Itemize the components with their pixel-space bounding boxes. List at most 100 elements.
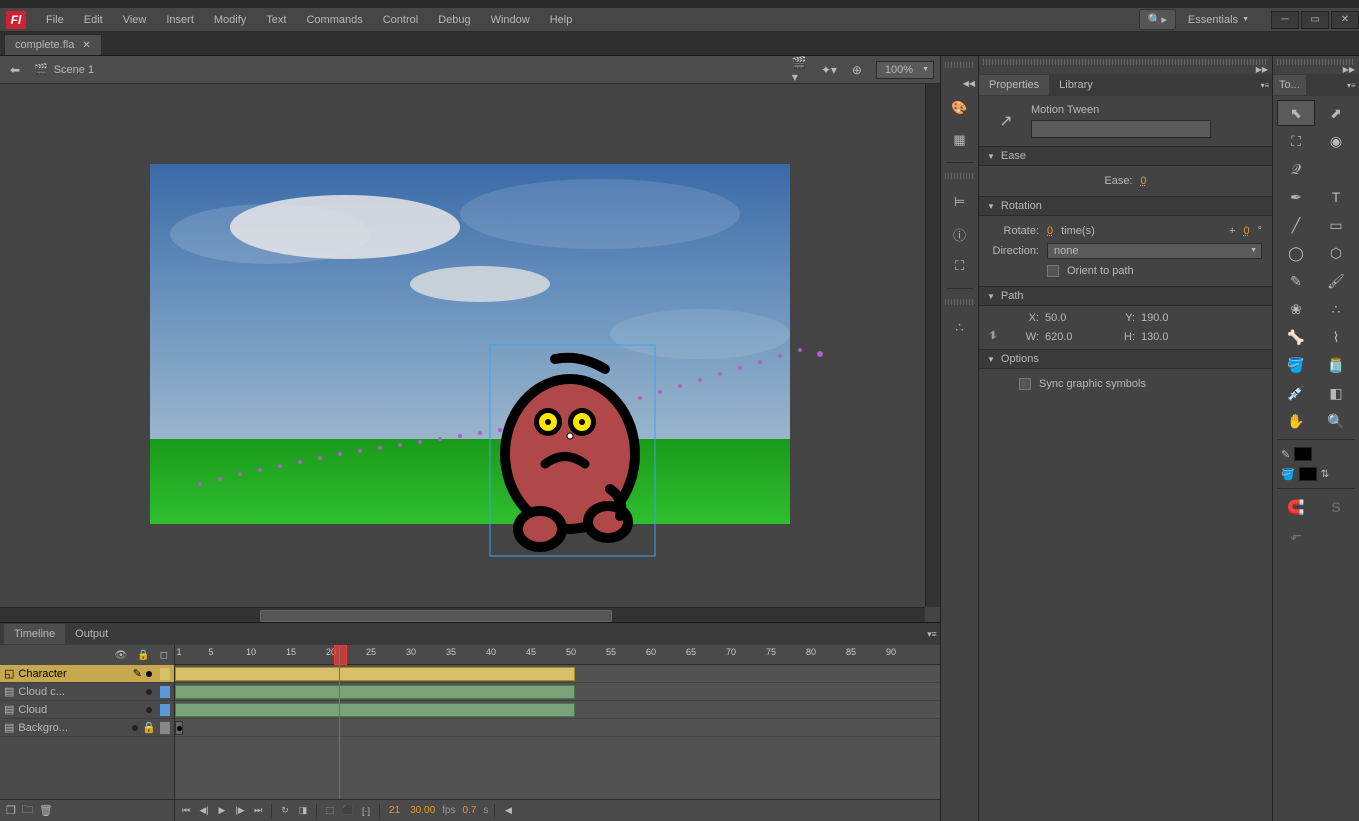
layer-row[interactable]: ▤ Cloud c... <box>0 683 174 701</box>
eyedropper-tool[interactable]: 💉 <box>1277 380 1315 406</box>
menu-commands[interactable]: Commands <box>296 10 372 30</box>
menu-window[interactable]: Window <box>481 10 540 30</box>
y-value[interactable]: 190.0 <box>1141 312 1201 324</box>
oval-tool[interactable]: ◯ <box>1277 240 1315 266</box>
panel-collapse-icon[interactable]: ▶▶ <box>1273 65 1359 74</box>
current-frame[interactable]: 21 <box>386 805 403 816</box>
line-tool[interactable]: ╱ <box>1277 212 1315 238</box>
pencil-tool[interactable]: ✎ <box>1277 268 1315 294</box>
menu-help[interactable]: Help <box>540 10 583 30</box>
search-toggle[interactable]: 🔍▸ <box>1139 9 1176 30</box>
layer-name[interactable]: Cloud <box>18 704 142 716</box>
section-options[interactable]: ▼Options <box>979 349 1272 369</box>
close-icon[interactable]: ✕ <box>82 40 90 51</box>
frame-rate[interactable]: 30.00 <box>407 805 438 816</box>
frame-row-background[interactable] <box>175 719 940 737</box>
outline-color[interactable] <box>160 668 170 680</box>
outline-column-icon[interactable]: ◻ <box>160 650 168 661</box>
onion-skin-icon[interactable]: ◨ <box>296 804 310 818</box>
edit-symbol-icon[interactable]: ✦▾ <box>820 61 838 79</box>
panel-options-icon[interactable]: ▾≡ <box>1258 81 1272 90</box>
edit-scene-icon[interactable]: 🎬▾ <box>792 61 810 79</box>
ease-value[interactable]: 0 <box>1141 175 1147 187</box>
visibility-dot[interactable] <box>146 671 152 677</box>
menu-debug[interactable]: Debug <box>428 10 480 30</box>
step-back-icon[interactable]: ◀| <box>197 804 211 818</box>
rectangle-tool[interactable]: ▭ <box>1317 212 1355 238</box>
bind-tool[interactable]: ⌇ <box>1317 324 1355 350</box>
layer-name[interactable]: Character <box>18 668 128 680</box>
frame-ruler[interactable]: 151015202530354045505560657075808590 <box>175 645 940 665</box>
rotate-degrees[interactable]: 0 <box>1243 225 1249 237</box>
text-tool[interactable]: T <box>1317 184 1355 210</box>
swap-colors-icon[interactable]: ⇅ <box>1321 469 1329 480</box>
layer-row[interactable]: ▤ Cloud <box>0 701 174 719</box>
w-value[interactable]: 620.0 <box>1045 331 1105 343</box>
frame-row-cloud[interactable] <box>175 701 940 719</box>
lock-aspect-icon[interactable]: ⥮ <box>989 330 1009 343</box>
stroke-color-swatch[interactable] <box>1294 447 1312 461</box>
stage-canvas[interactable] <box>150 164 790 524</box>
outline-color[interactable] <box>160 704 170 716</box>
motion-tween-span[interactable] <box>175 667 575 681</box>
code-snippets-icon[interactable]: ∴ <box>948 316 972 340</box>
outline-color[interactable] <box>160 722 170 734</box>
orient-checkbox[interactable] <box>1047 265 1059 277</box>
stage-area[interactable] <box>0 84 940 622</box>
frame-row-cloud-c[interactable] <box>175 683 940 701</box>
layer-name[interactable]: Backgro... <box>18 722 128 734</box>
goto-last-icon[interactable]: ⏭ <box>251 804 265 818</box>
info-panel-icon[interactable]: ⓘ <box>948 222 972 246</box>
h-value[interactable]: 130.0 <box>1141 331 1201 343</box>
fill-color-swatch[interactable] <box>1299 467 1317 481</box>
lock-cell[interactable]: 🔒 <box>142 721 156 734</box>
window-close[interactable]: ✕ <box>1331 11 1359 29</box>
workspace-switcher[interactable]: Essentials ▼ <box>1180 11 1257 29</box>
smooth-icon[interactable]: S <box>1317 494 1355 520</box>
section-ease[interactable]: ▼Ease <box>979 146 1272 166</box>
deco-tool[interactable]: ❀ <box>1277 296 1315 322</box>
visibility-dot[interactable] <box>146 689 152 695</box>
direction-select[interactable]: none <box>1047 243 1262 259</box>
swatches-panel-icon[interactable]: ▦ <box>948 128 972 152</box>
menu-text[interactable]: Text <box>256 10 296 30</box>
visibility-dot[interactable] <box>146 707 152 713</box>
tab-tools[interactable]: To... <box>1273 75 1306 95</box>
spray-tool[interactable]: ∴ <box>1317 296 1355 322</box>
frame-row-character[interactable] <box>175 665 940 683</box>
keyframe[interactable] <box>175 721 183 735</box>
new-folder-icon[interactable]: 🗀 <box>22 801 33 820</box>
scene-label[interactable]: Scene 1 <box>54 64 94 76</box>
lock-column-icon[interactable]: 🔒 <box>137 650 149 661</box>
free-transform-tool[interactable]: ⛶ <box>1277 128 1315 154</box>
3d-rotation-tool[interactable]: ◉ <box>1317 128 1355 154</box>
transform-panel-icon[interactable]: ⛶ <box>948 254 972 278</box>
section-path[interactable]: ▼Path <box>979 286 1272 306</box>
section-rotation[interactable]: ▼Rotation <box>979 196 1272 216</box>
menu-control[interactable]: Control <box>373 10 428 30</box>
vertical-scrollbar[interactable] <box>925 84 940 607</box>
tab-properties[interactable]: Properties <box>979 75 1049 95</box>
subselection-tool[interactable]: ⬈ <box>1317 100 1355 126</box>
eraser-tool[interactable]: ◧ <box>1317 380 1355 406</box>
rotate-value[interactable]: 0 <box>1047 225 1053 237</box>
new-layer-icon[interactable]: ❐ <box>6 804 16 817</box>
dock-grip[interactable] <box>945 299 975 305</box>
horizontal-scrollbar[interactable] <box>0 607 925 622</box>
zoom-select[interactable]: 100% <box>876 61 934 79</box>
lasso-tool[interactable]: 𝒬 <box>1277 156 1315 182</box>
tab-output[interactable]: Output <box>65 624 118 644</box>
menu-file[interactable]: File <box>36 10 74 30</box>
scroll-left-icon[interactable]: ◀ <box>501 804 515 818</box>
tab-timeline[interactable]: Timeline <box>4 624 65 644</box>
color-panel-icon[interactable]: 🎨 <box>948 96 972 120</box>
outline-color[interactable] <box>160 686 170 698</box>
polystar-tool[interactable]: ⬡ <box>1317 240 1355 266</box>
loop-icon[interactable]: ↻ <box>278 804 292 818</box>
selection-tool[interactable]: ⬉ <box>1277 100 1315 126</box>
brush-tool[interactable]: 🖌 <box>1317 268 1355 294</box>
visibility-dot[interactable] <box>132 725 138 731</box>
ink-bottle-tool[interactable]: 🫙 <box>1317 352 1355 378</box>
hand-tool[interactable]: ✋ <box>1277 408 1315 434</box>
modify-markers-icon[interactable]: [·] <box>359 804 373 818</box>
